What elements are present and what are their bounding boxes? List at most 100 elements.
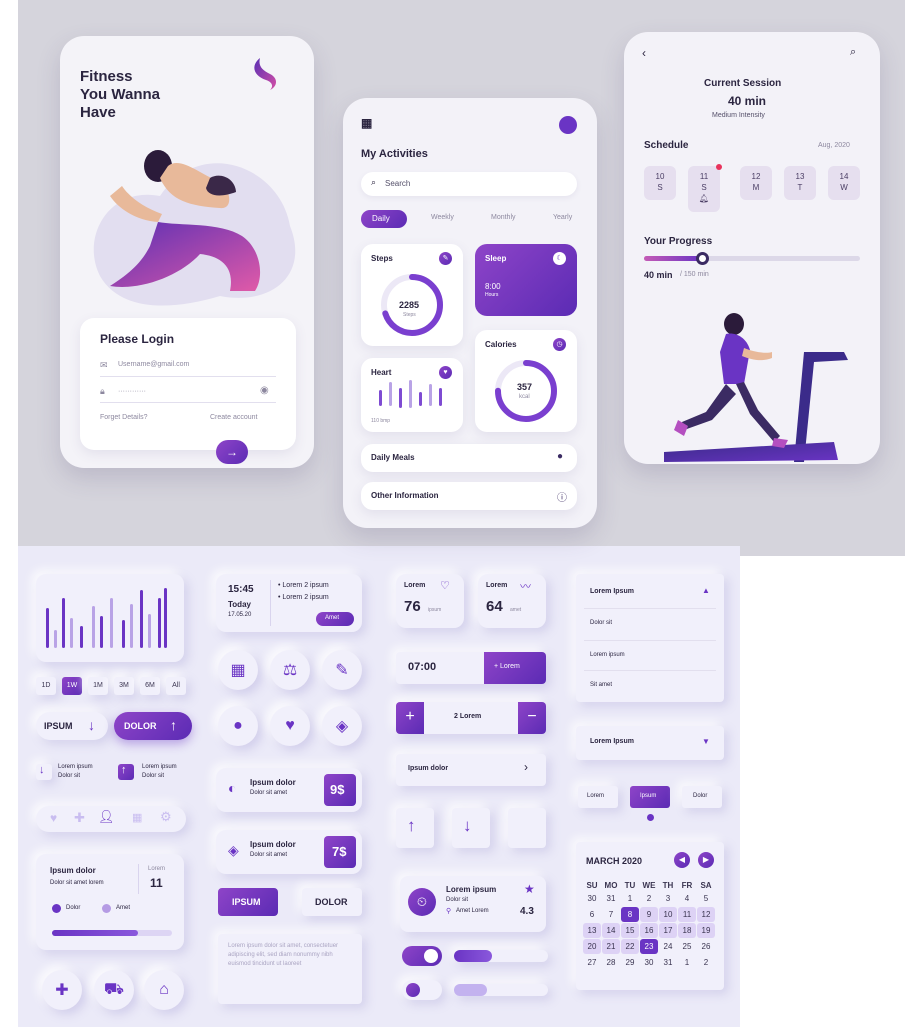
calendar-day[interactable]: 8 <box>621 907 639 922</box>
range-chip[interactable]: All <box>166 677 186 695</box>
slider-track-2[interactable] <box>454 984 548 996</box>
calendar-day[interactable]: 2 <box>697 955 715 970</box>
segment-ipsum[interactable]: Ipsum <box>630 786 670 808</box>
ipsum-primary-button[interactable]: IPSUM <box>218 888 278 916</box>
calendar-day[interactable]: 19 <box>697 923 715 938</box>
calendar-day[interactable]: 5 <box>697 891 715 906</box>
ambulance-button[interactable]: ⛟ <box>94 970 134 1010</box>
calendar-day[interactable]: 11 <box>678 907 696 922</box>
calendar-day[interactable]: 10 <box>659 907 677 922</box>
calendar-day[interactable]: 29 <box>621 955 639 970</box>
increment-button[interactable]: + <box>396 702 424 734</box>
profile-card[interactable]: ⏲ Lorem ipsum Dolor sit ⚲ Amet Lorem ★ 4… <box>400 876 546 932</box>
calendar-day[interactable]: 1 <box>621 891 639 906</box>
calendar-day[interactable]: 13 <box>583 923 601 938</box>
range-chip[interactable]: 1M <box>88 677 108 695</box>
time-input[interactable]: 07:00 + Lorem <box>396 652 546 684</box>
calendar-icon[interactable]: ▦ <box>132 811 142 824</box>
username-field[interactable]: Username@gmail.com <box>118 361 189 368</box>
up-arrow-button[interactable]: ↑ <box>396 808 434 848</box>
other-information-row[interactable]: Other Information ⓘ <box>361 482 577 510</box>
down-arrow-button[interactable]: ↓ <box>452 808 490 848</box>
pill-button[interactable]: ◈ <box>322 706 362 746</box>
plus-icon[interactable]: ✚ <box>74 810 85 826</box>
price-card[interactable]: ◈ Ipsum dolor Dolor sit amet 7$ <box>216 830 362 874</box>
calendar-day[interactable]: 31 <box>659 955 677 970</box>
range-chip[interactable]: 1W <box>62 677 82 695</box>
range-chip[interactable]: 3M <box>114 677 134 695</box>
gear-icon[interactable]: ⚙ <box>160 809 172 825</box>
back-icon[interactable]: ‹ <box>642 46 646 60</box>
calendar-day[interactable]: 31 <box>602 891 620 906</box>
calendar-day[interactable]: 7 <box>602 907 620 922</box>
decrement-button[interactable]: − <box>518 702 546 734</box>
dropdown-collapsed[interactable]: Lorem Ipsum ▼ <box>576 726 724 760</box>
test-tube-button[interactable]: ✎ <box>322 650 362 690</box>
heart-card[interactable]: Heart ♥ 110 bmp <box>361 358 463 432</box>
heart-button[interactable]: ♥ <box>270 706 310 746</box>
empty-box[interactable] <box>508 808 546 848</box>
calendar-day[interactable]: 25 <box>678 939 696 954</box>
dolor-secondary-button[interactable]: DOLOR <box>302 888 362 916</box>
progress-knob[interactable] <box>696 252 710 265</box>
slider-track-1[interactable] <box>454 950 548 962</box>
dropdown-option[interactable]: Dolor sit <box>590 620 612 626</box>
segment-lorem[interactable]: Lorem <box>578 786 618 808</box>
create-account-link[interactable]: Create account <box>210 414 257 421</box>
day-chip[interactable]: 10 S <box>644 166 676 200</box>
calendar-day[interactable]: 20 <box>583 939 601 954</box>
password-field[interactable]: ············ <box>118 388 146 395</box>
calendar-day[interactable]: 27 <box>583 955 601 970</box>
range-chip[interactable]: 1D <box>36 677 56 695</box>
heart-icon[interactable]: ♥ <box>50 811 57 825</box>
down-arrow-chip[interactable]: ↓ <box>36 764 52 780</box>
day-chip[interactable]: 13 T <box>784 166 816 200</box>
dropdown-option[interactable]: Sit amet <box>590 682 612 688</box>
user-icon[interactable]: 👤︎ <box>98 809 115 825</box>
dolor-up-button[interactable]: DOLOR ↑ <box>114 712 192 740</box>
scale-button[interactable]: ⚖ <box>270 650 310 690</box>
dropdown-header-label[interactable]: Lorem Ipsum <box>590 588 634 595</box>
tab-yearly[interactable]: Yearly <box>553 214 572 221</box>
login-submit-button[interactable]: → <box>216 440 248 464</box>
calendar-day[interactable]: 2 <box>640 891 658 906</box>
calculator-button[interactable]: ▦ <box>218 650 258 690</box>
sleep-card[interactable]: Sleep ☾ 8:00 Hours <box>475 244 577 316</box>
dropdown-option[interactable]: Lorem ipsum <box>590 652 625 658</box>
calendar-day[interactable]: 18 <box>678 923 696 938</box>
text-area[interactable]: Lorem ipsum dolor sit amet, consectetuer… <box>218 934 362 1004</box>
calendar-day[interactable]: 12 <box>697 907 715 922</box>
price-card[interactable]: ◐ Ipsum dolor Dolor sit amet 9$ <box>216 768 362 812</box>
calendar-day[interactable]: 30 <box>583 891 601 906</box>
calendar-day[interactable]: 3 <box>659 891 677 906</box>
tab-monthly[interactable]: Monthly <box>491 214 516 221</box>
segment-dolor[interactable]: Dolor <box>682 786 722 808</box>
search-icon[interactable]: ⌕ <box>850 46 856 59</box>
day-chip[interactable]: 14 W <box>828 166 860 200</box>
calendar-day[interactable]: 1 <box>678 955 696 970</box>
calendar-day[interactable]: 22 <box>621 939 639 954</box>
search-box[interactable]: ⌕ Search <box>361 172 577 196</box>
calendar-day[interactable]: 14 <box>602 923 620 938</box>
grid-menu-icon[interactable]: ▦ <box>361 116 372 130</box>
medical-kit-button[interactable]: ✚ <box>42 970 82 1010</box>
calendar-day[interactable]: 26 <box>697 939 715 954</box>
calendar-next-button[interactable]: ▶ <box>698 852 714 868</box>
home-button[interactable]: ⌂ <box>144 970 184 1010</box>
tab-weekly[interactable]: Weekly <box>431 214 454 221</box>
ipsum-down-button[interactable]: IPSUM ↓ <box>36 712 108 740</box>
daily-meals-row[interactable]: Daily Meals ● <box>361 444 577 472</box>
calendar-day[interactable]: 9 <box>640 907 658 922</box>
calendar-day[interactable]: 6 <box>583 907 601 922</box>
add-lorem-button[interactable]: + Lorem <box>484 652 546 684</box>
calendar-day[interactable]: 21 <box>602 939 620 954</box>
calendar-day[interactable]: 15 <box>621 923 639 938</box>
calendar-day[interactable]: 23 <box>640 939 658 954</box>
day-chip-selected[interactable]: 11 S 🔔︎ <box>688 166 720 212</box>
location-button[interactable]: ● <box>218 706 258 746</box>
calendar-day[interactable]: 28 <box>602 955 620 970</box>
calendar-day[interactable]: 24 <box>659 939 677 954</box>
tab-daily[interactable]: Daily <box>361 210 407 228</box>
calendar-day[interactable]: 17 <box>659 923 677 938</box>
calendar-day[interactable]: 4 <box>678 891 696 906</box>
